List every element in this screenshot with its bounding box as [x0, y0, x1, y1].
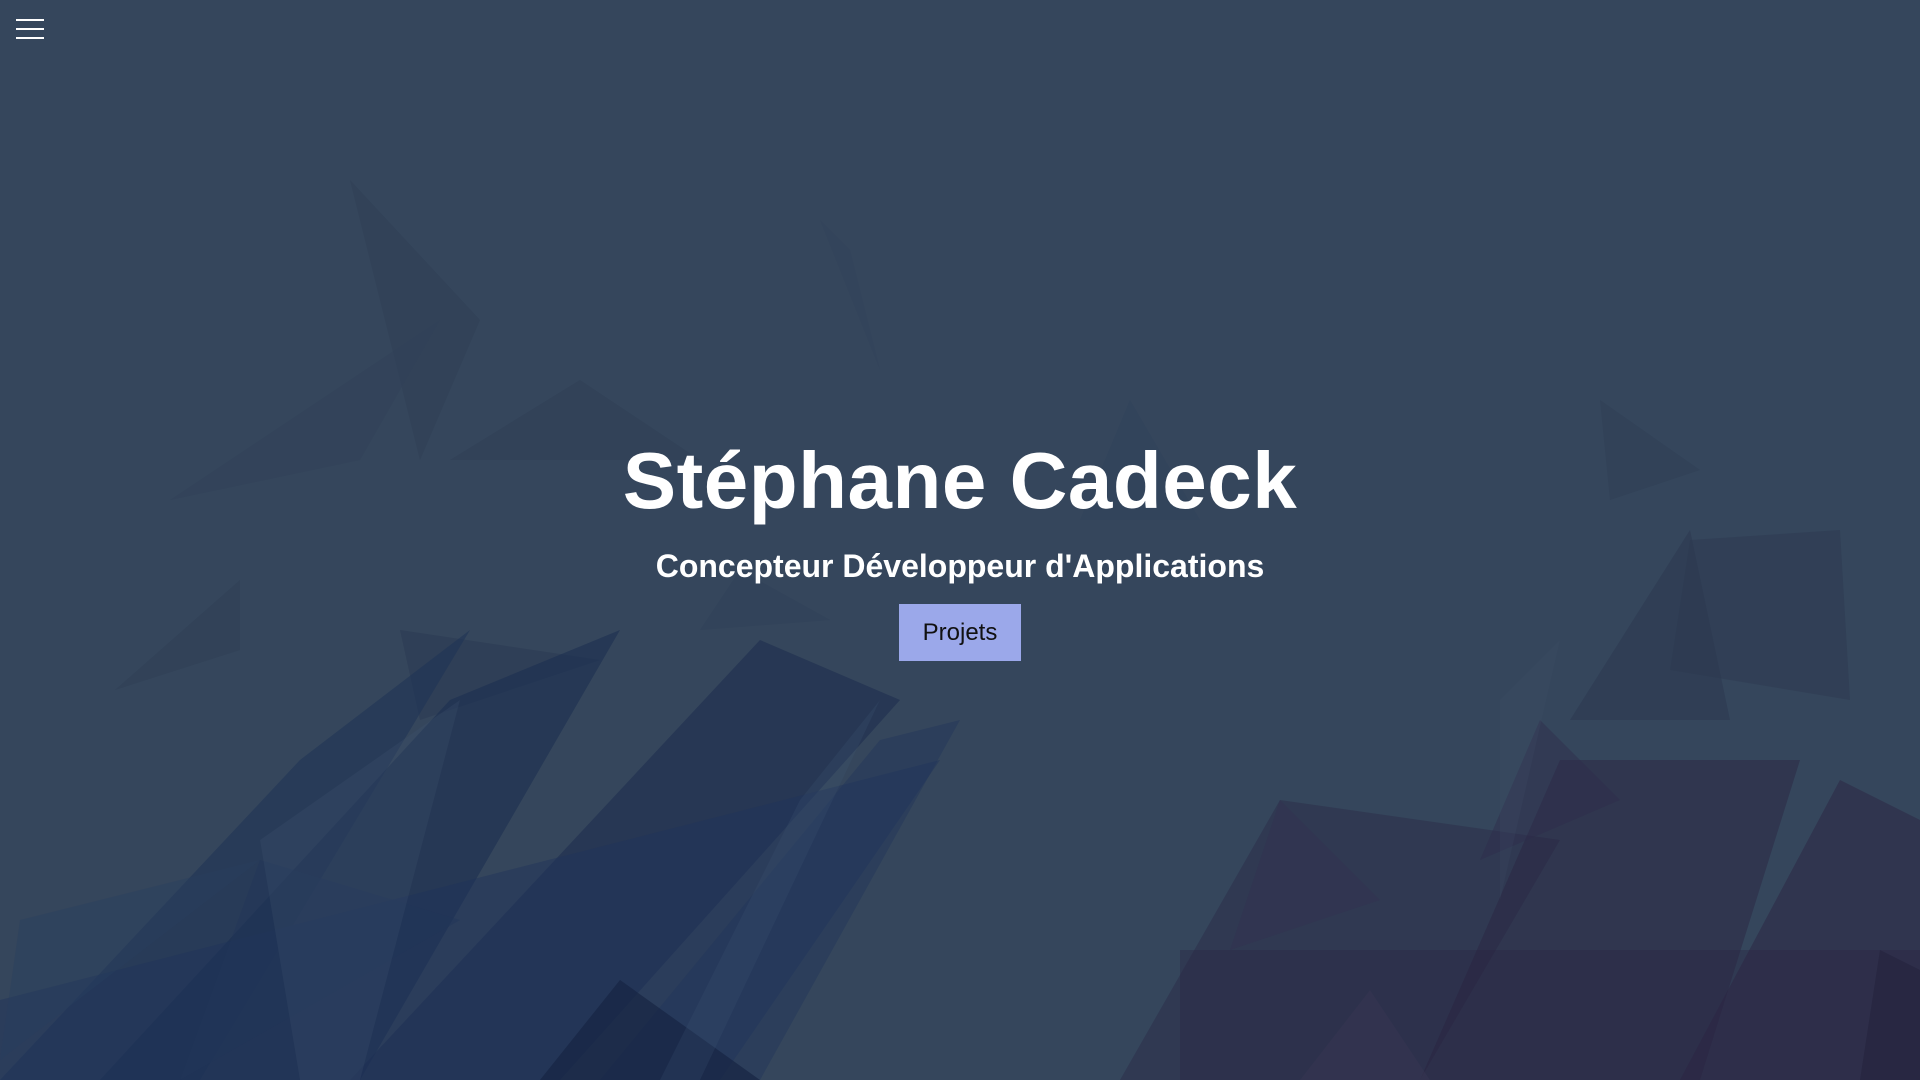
menu-line: [16, 37, 44, 39]
menu-line: [16, 19, 44, 21]
hero-section: Stéphane Cadeck Concepteur Développeur d…: [0, 428, 1920, 661]
hero-subtitle: Concepteur Développeur d'Applications: [655, 548, 1265, 584]
hamburger-menu-icon[interactable]: [14, 16, 44, 42]
hero-title: Stéphane Cadeck: [622, 436, 1298, 525]
projects-button[interactable]: Projets: [899, 604, 1021, 661]
menu-line: [16, 28, 44, 30]
